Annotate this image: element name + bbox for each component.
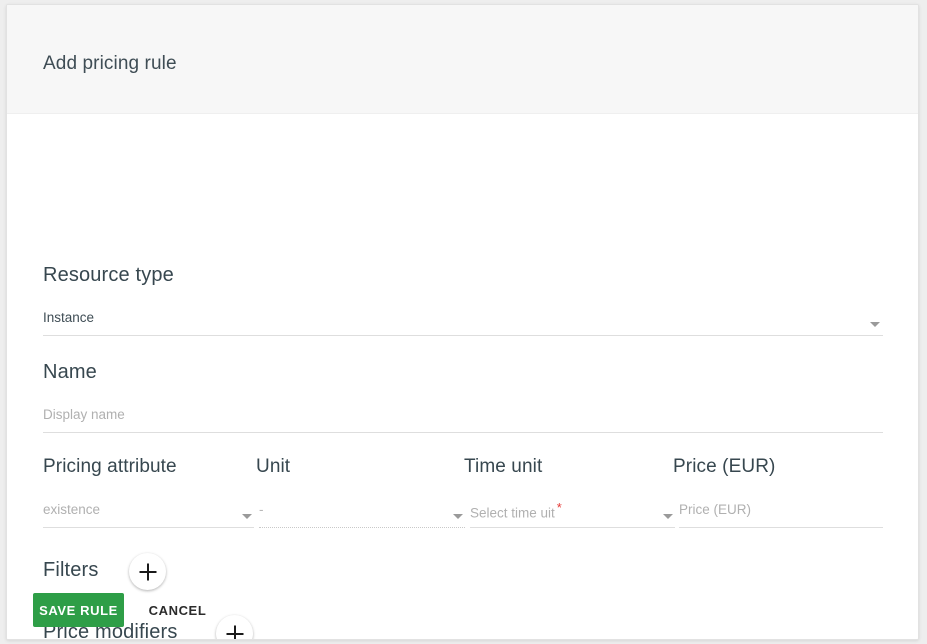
unit-heading: Unit [256, 456, 290, 478]
chevron-down-icon [453, 514, 463, 519]
price-placeholder: Price (EUR) [679, 501, 751, 519]
unit-select: - [259, 499, 465, 528]
field-underline [679, 527, 883, 528]
pricing-attribute-select[interactable]: existence [43, 499, 254, 528]
resource-type-value: Instance [43, 309, 94, 327]
pricing-attribute-heading: Pricing attribute [43, 456, 177, 478]
pricing-attribute-placeholder: existence [43, 501, 100, 519]
field-underline [43, 432, 883, 433]
filters-heading: Filters [43, 559, 99, 582]
cancel-button[interactable]: CANCEL [140, 593, 215, 627]
required-marker: * [557, 500, 562, 515]
time-unit-heading: Time unit [464, 456, 542, 478]
dialog-body: Resource type Instance Name Display name… [7, 114, 918, 639]
save-rule-button[interactable]: SAVE RULE [33, 593, 124, 627]
add-filter-button[interactable] [129, 553, 166, 590]
price-heading: Price (EUR) [673, 456, 775, 478]
plus-icon-bar [139, 571, 156, 573]
unit-value: - [259, 501, 264, 519]
field-underline-disabled [259, 527, 465, 528]
chevron-down-icon [242, 514, 252, 519]
time-unit-select[interactable]: Select time uit* [470, 499, 675, 528]
add-pricing-rule-dialog: Add pricing rule Resource type Instance … [6, 4, 919, 640]
chevron-down-icon [663, 514, 673, 519]
field-underline [43, 335, 883, 336]
plus-icon-bar [226, 633, 243, 635]
time-unit-placeholder: Select time uit* [470, 501, 562, 523]
add-price-modifier-button[interactable] [216, 615, 253, 640]
dialog-header: Add pricing rule [7, 5, 918, 114]
page-title: Add pricing rule [43, 53, 177, 75]
price-input[interactable]: Price (EUR) [679, 499, 883, 528]
chevron-down-icon [870, 322, 880, 327]
resource-type-select[interactable]: Instance [43, 307, 883, 336]
display-name-placeholder: Display name [43, 406, 125, 424]
name-heading: Name [43, 361, 97, 384]
field-underline [43, 527, 254, 528]
display-name-input[interactable]: Display name [43, 404, 883, 433]
field-underline [470, 527, 675, 528]
time-unit-placeholder-text: Select time uit [470, 506, 555, 521]
resource-type-heading: Resource type [43, 264, 174, 287]
